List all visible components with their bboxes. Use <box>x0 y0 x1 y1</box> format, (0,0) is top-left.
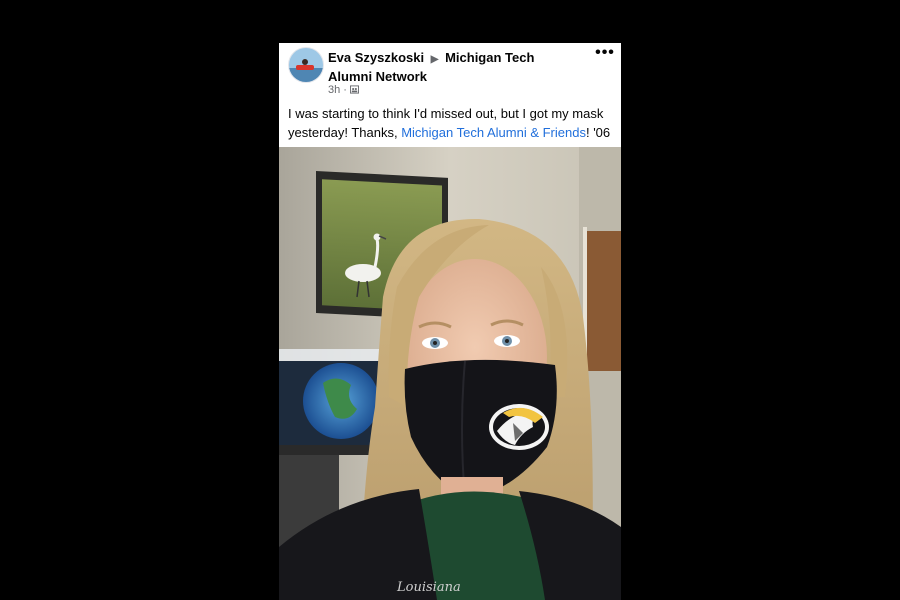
jacket-embroidery: Louisiana <box>396 580 461 595</box>
post-body-text: I was starting to think I'd missed out, … <box>288 104 618 142</box>
meta-dot: · <box>343 84 347 96</box>
post-text-end: ! '06 <box>585 125 611 140</box>
author-name[interactable]: Eva Szyszkoski <box>328 50 424 65</box>
post-header: Eva Szyszkoski ▶ Michigan Tech Alumni Ne… <box>279 43 621 147</box>
post-photo[interactable]: Louisiana <box>279 147 621 600</box>
selfie-image: Louisiana <box>279 147 621 600</box>
post-meta: 3h · <box>328 84 359 96</box>
post-title: Eva Szyszkoski ▶ Michigan Tech Alumni Ne… <box>328 49 578 85</box>
author-avatar[interactable] <box>288 47 324 83</box>
mention-link[interactable]: Michigan Tech Alumni & Friends <box>401 125 586 140</box>
triangle-right-icon: ▶ <box>430 54 439 65</box>
more-options-button[interactable]: ••• <box>593 45 617 64</box>
avatar-image <box>289 48 323 82</box>
group-audience-icon <box>349 85 359 94</box>
facebook-post-card: Eva Szyszkoski ▶ Michigan Tech Alumni Ne… <box>279 43 621 600</box>
husky-logo-icon <box>489 404 549 450</box>
post-time[interactable]: 3h <box>328 84 340 96</box>
